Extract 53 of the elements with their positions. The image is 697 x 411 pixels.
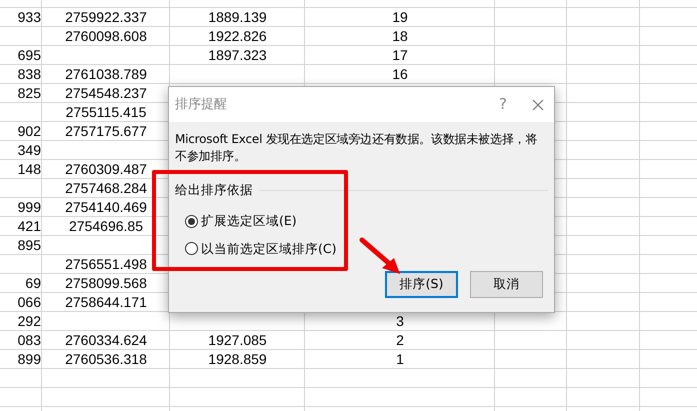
- table-cell: 148: [18, 162, 41, 176]
- table-cell: 2758099.568: [65, 276, 147, 290]
- table-cell: 933: [18, 10, 41, 24]
- table-cell: 349: [18, 143, 41, 157]
- radio-option[interactable]: 以当前选定区域排序(C): [185, 240, 336, 258]
- table-cell: 1927.085: [208, 333, 267, 347]
- table-cell: 2761038.789: [65, 67, 147, 81]
- table-cell: 2758644.171: [65, 295, 147, 309]
- table-cell: 902: [18, 124, 41, 138]
- table-cell: 1928.859: [208, 352, 267, 366]
- table-cell: 695: [18, 48, 41, 62]
- table-cell: 899: [18, 352, 41, 366]
- radio-button[interactable]: [185, 242, 198, 256]
- group-label: 给出排序依据: [175, 181, 253, 199]
- dialog-button[interactable]: 取消: [470, 271, 543, 298]
- table-cell: 838: [18, 67, 41, 81]
- table-cell: 292: [18, 314, 41, 328]
- table-cell: 2760098.608: [65, 29, 147, 43]
- close-icon[interactable]: [532, 98, 544, 110]
- table-cell: 2: [396, 333, 404, 347]
- table-cell: 1: [396, 352, 404, 366]
- dialog-button[interactable]: 排序(S): [385, 271, 458, 298]
- radio-button[interactable]: [185, 214, 198, 228]
- table-cell: 2754696.85: [69, 219, 143, 233]
- table-cell: 2755115.415: [66, 105, 146, 119]
- table-cell: 2756551.498: [65, 257, 147, 271]
- table-cell: 2760334.624: [65, 333, 147, 347]
- table-cell: 2760536.318: [65, 352, 147, 366]
- table-cell: 1897.323: [208, 48, 267, 62]
- table-cell: 825: [18, 86, 41, 100]
- table-cell: 1922.826: [208, 29, 267, 43]
- table-cell: 2757175.677: [65, 124, 147, 138]
- table-cell: 1889.139: [208, 10, 267, 24]
- window-title: 排序提醒: [175, 96, 228, 114]
- table-cell: 2754140.469: [65, 200, 147, 214]
- table-cell: 999: [18, 200, 41, 214]
- table-cell: 421: [18, 219, 41, 233]
- table-cell: 16: [392, 67, 408, 81]
- table-cell: 17: [392, 48, 408, 62]
- help-button[interactable]: ?: [488, 93, 518, 116]
- table-cell: 18: [392, 29, 408, 43]
- table-cell: 69: [25, 276, 41, 290]
- table-cell: 895: [18, 238, 41, 252]
- table-cell: 2754548.237: [65, 86, 147, 100]
- message-text: Microsoft Excel 发现在选定区域旁边还有数据。该数据未被选择，将不参加排序。: [175, 131, 538, 165]
- table-cell: 083: [18, 333, 41, 347]
- table-cell: 2757468.284: [65, 181, 147, 195]
- table-cell: 066: [18, 295, 41, 309]
- table-cell: 19: [392, 10, 408, 24]
- table-cell: 2759922.337: [65, 10, 147, 24]
- radio-option[interactable]: 扩展选定区域(E): [185, 212, 297, 230]
- table-cell: 3: [396, 314, 404, 328]
- table-cell: 2760309.487: [65, 162, 147, 176]
